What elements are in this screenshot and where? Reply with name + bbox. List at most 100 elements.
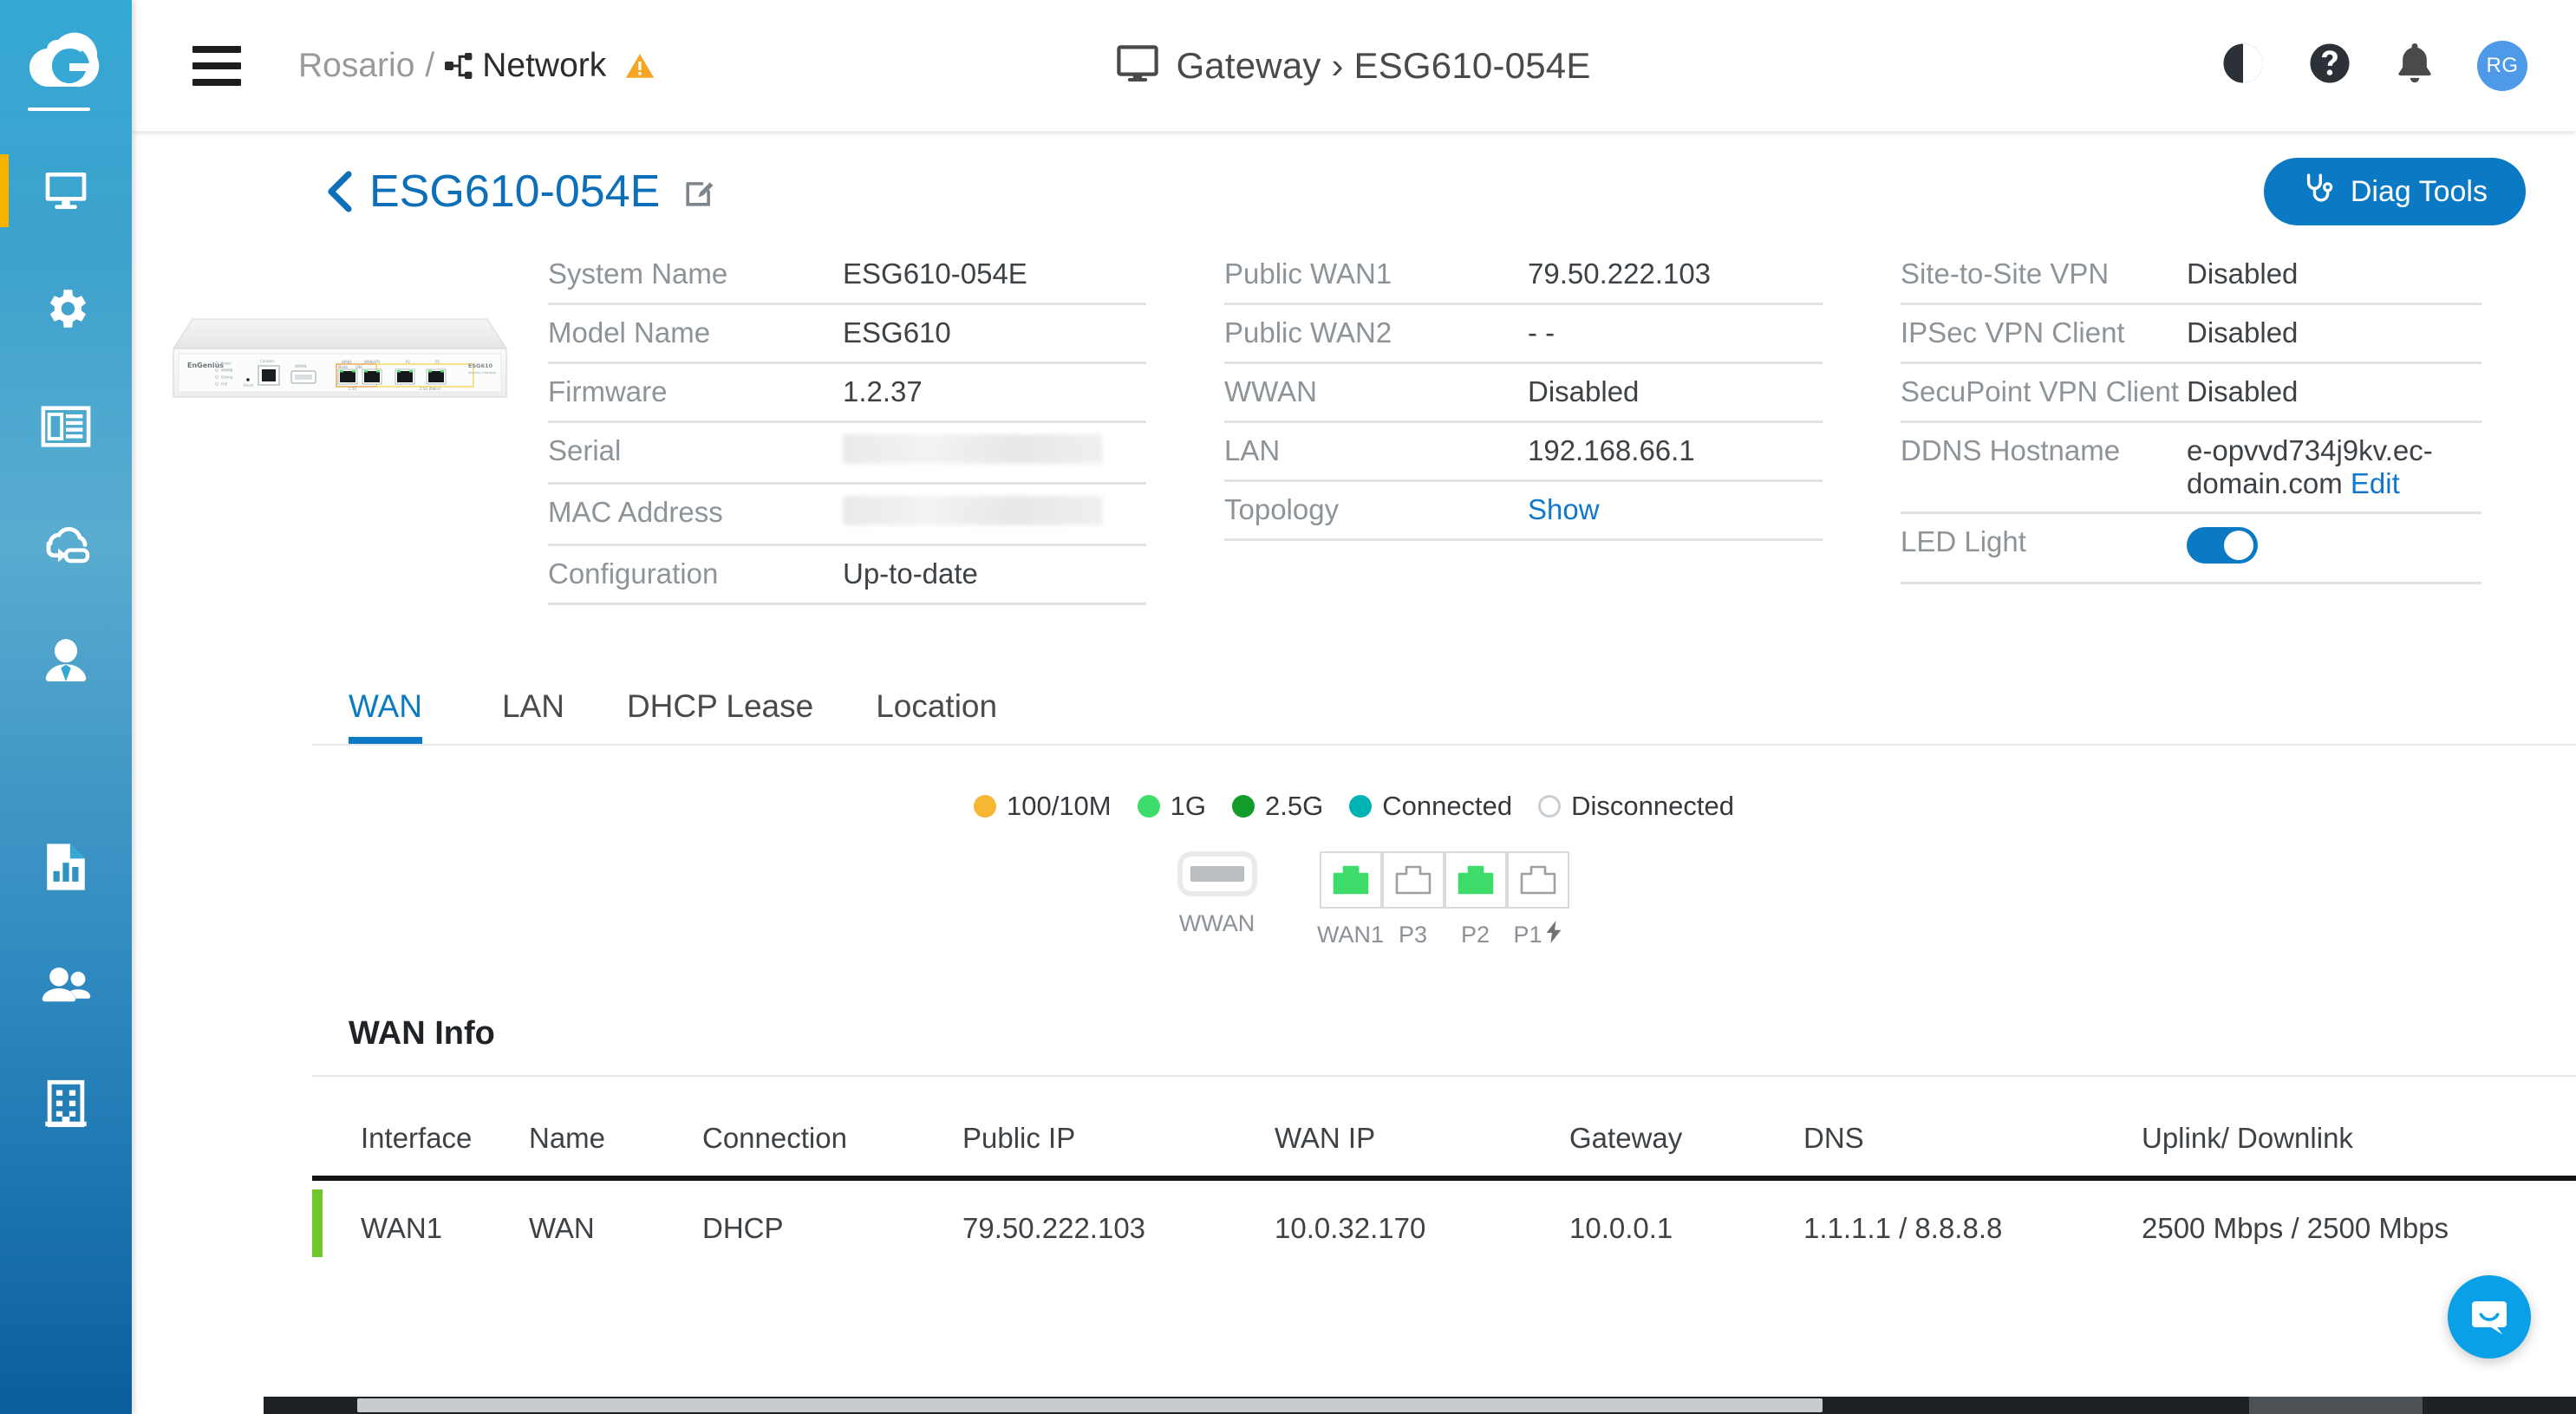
tab-wan[interactable]: WAN: [349, 688, 453, 744]
main-area: Rosario / Network Gateway › ESG610-054E …: [132, 0, 2576, 1414]
ddns-edit-link[interactable]: Edit: [2351, 467, 2400, 499]
svg-text:Console: Console: [260, 359, 274, 363]
active-marker: [0, 154, 9, 227]
tab-lan[interactable]: LAN: [471, 688, 596, 744]
sidebar-item-reports[interactable]: [0, 808, 132, 926]
info-label: Firmware: [548, 375, 668, 407]
content-area: ESG610-054E Diag Tools EnGenius Power WW…: [132, 132, 2576, 1414]
info-value: - -: [1528, 316, 1555, 349]
tab-dhcp-lease[interactable]: DHCP Lease: [596, 688, 845, 744]
contrast-icon[interactable]: [2221, 41, 2266, 90]
cell-wan-ip: 10.0.32.170: [1275, 1212, 1426, 1244]
info-label: WWAN: [1224, 375, 1317, 407]
col-header-interface[interactable]: Interface: [312, 1077, 529, 1178]
diag-tools-label: Diag Tools: [2350, 174, 2488, 208]
tab-location[interactable]: Location: [845, 688, 1028, 744]
col-header-wan-ip[interactable]: WAN IP: [1275, 1077, 1569, 1178]
wan-info-table: Interface Name Connection Public IP WAN …: [312, 1077, 2576, 1276]
table-row[interactable]: WAN1 WAN DHCP 79.50.222.103 10.0.32.170 …: [312, 1178, 2576, 1276]
topology-show-link[interactable]: Show: [1528, 493, 1823, 526]
breadcrumb-site[interactable]: Rosario: [298, 47, 414, 85]
port-p1[interactable]: [1506, 851, 1569, 909]
port-label-p2: P2: [1460, 922, 1490, 948]
sidebar-item-clients[interactable]: [0, 603, 132, 721]
col-header-connection[interactable]: Connection: [702, 1077, 962, 1178]
cell-uplink-downlink: 2500 Mbps / 2500 Mbps: [2142, 1212, 2449, 1244]
cell-interface: WAN1: [312, 1178, 529, 1276]
info-row: Public WAN1 79.50.222.103: [1224, 246, 1823, 305]
legend-dot: [1137, 795, 1160, 818]
tabs-divider: [312, 744, 2576, 746]
legend-dot: [1538, 795, 1562, 818]
avatar[interactable]: RG: [2477, 40, 2527, 91]
col-header-uplink-downlink[interactable]: Uplink/ Downlink: [2142, 1077, 2576, 1178]
port-label-p1-wrap: P1: [1507, 921, 1569, 949]
info-value: 1.2.37: [843, 375, 923, 407]
port-wan1[interactable]: [1319, 851, 1382, 909]
info-label: Configuration: [548, 557, 719, 590]
info-row: System Name ESG610-054E: [548, 246, 1146, 305]
svg-text:Security Gateway: Security Gateway: [468, 371, 497, 375]
info-row: MAC Address: [548, 485, 1146, 546]
legend-dot: [1231, 795, 1255, 818]
info-label: Public WAN2: [1224, 316, 1392, 349]
wwan-port-block[interactable]: WWAN: [1139, 851, 1295, 937]
app-logo[interactable]: [0, 0, 132, 132]
col-header-dns[interactable]: DNS: [1803, 1077, 2142, 1178]
col-header-name[interactable]: Name: [529, 1077, 702, 1178]
info-row: Public WAN2 - -: [1224, 305, 1823, 364]
edit-pencil-icon[interactable]: [684, 175, 717, 208]
scrollbar-thumb[interactable]: [357, 1398, 1823, 1412]
section-tabs: WAN LAN DHCP Lease Location: [349, 688, 2576, 744]
wan-info-title: WAN Info: [349, 1015, 495, 1052]
sidebar-item-users[interactable]: [0, 926, 132, 1044]
legend-item-1g: 1G: [1137, 791, 1206, 822]
col-header-gateway[interactable]: Gateway: [1569, 1077, 1803, 1178]
info-label: Site-to-Site VPN: [1901, 257, 2110, 290]
port-p2[interactable]: [1444, 851, 1507, 909]
info-label: Serial: [548, 434, 622, 466]
legend-item-connected: Connected: [1349, 791, 1512, 822]
breadcrumb-network[interactable]: Network: [482, 47, 606, 85]
info-column-vpn: Site-to-Site VPN Disabled IPSec VPN Clie…: [1901, 246, 2481, 605]
top-bar: Rosario / Network Gateway › ESG610-054E …: [132, 0, 2576, 132]
legend-item-disconnected: Disconnected: [1538, 791, 1734, 822]
network-topology-icon: [445, 52, 474, 79]
info-row: Firmware 1.2.37: [548, 364, 1146, 423]
device-info-panel: EnGenius Power WWAN Debug PoE Reset Cons…: [132, 246, 2576, 605]
svg-text:Debug: Debug: [221, 375, 233, 380]
sidebar-nav: [0, 132, 132, 1162]
diag-tools-button[interactable]: Diag Tools: [2263, 158, 2526, 225]
horizontal-scrollbar[interactable]: [264, 1397, 2576, 1414]
monitor-icon: [1117, 44, 1159, 88]
info-label: LED Light: [1901, 525, 2026, 557]
svg-text:LNK: LNK: [355, 365, 362, 369]
cell-connection: DHCP: [702, 1212, 784, 1244]
port-diagram: WWAN WAN1 P3 P2 P1: [132, 851, 2576, 949]
chevron-left-icon[interactable]: [324, 171, 354, 212]
cell-dns: 1.1.1.1 / 8.8.8.8: [1803, 1212, 2003, 1244]
info-row: LED Light: [1901, 514, 2481, 584]
info-row: IPSec VPN Client Disabled: [1901, 305, 2481, 364]
warning-triangle-icon[interactable]: [625, 53, 655, 79]
info-value: Disabled: [2187, 257, 2299, 290]
sidebar-item-dashboard[interactable]: [0, 368, 132, 485]
hamburger-icon[interactable]: [192, 45, 241, 86]
help-icon[interactable]: [2307, 41, 2352, 90]
led-light-toggle[interactable]: [2187, 527, 2258, 564]
port-p3[interactable]: [1381, 851, 1445, 909]
sidebar-item-cloud-backup[interactable]: [0, 485, 132, 603]
sidebar-item-organization[interactable]: [0, 1044, 132, 1162]
info-column-system: System Name ESG610-054E Model Name ESG61…: [548, 246, 1146, 605]
sidebar-item-devices[interactable]: [0, 132, 132, 250]
chat-bubble-icon[interactable]: [2448, 1275, 2531, 1359]
sidebar-item-configure[interactable]: [0, 250, 132, 368]
svg-text:WWAN: WWAN: [295, 364, 306, 368]
bell-icon[interactable]: [2394, 41, 2436, 90]
logo-underline: [28, 108, 90, 111]
info-value-toggle: [2187, 525, 2481, 570]
legend-label: 1G: [1170, 791, 1206, 821]
col-header-public-ip[interactable]: Public IP: [962, 1077, 1275, 1178]
info-row: Site-to-Site VPN Disabled: [1901, 246, 2481, 305]
svg-text:Power: Power: [221, 362, 232, 366]
